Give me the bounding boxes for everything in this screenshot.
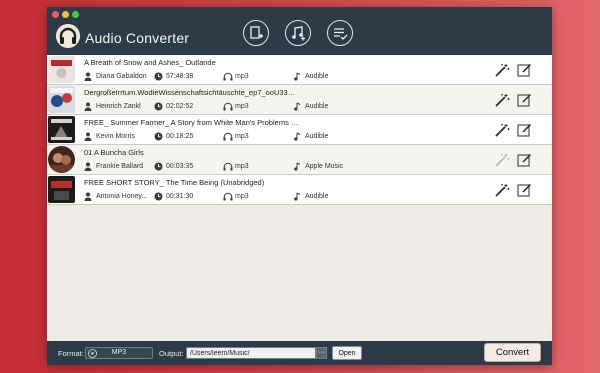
- person-icon: [84, 192, 92, 201]
- cover-art: [48, 116, 75, 143]
- track-author: Kevin Morris: [96, 133, 135, 140]
- title-bar: Audio Converter: [47, 7, 552, 55]
- cover-art: [48, 146, 75, 173]
- track-source: Audible: [305, 73, 329, 80]
- track-author: Frankie Ballard: [96, 163, 144, 170]
- track-duration: 57:48:38: [166, 73, 194, 80]
- track-source: Apple Music: [305, 163, 344, 170]
- track-title: FREE SHORT STORY_ The Time Being (Unabri…: [84, 178, 265, 187]
- track-row[interactable]: FREE_ Summer Farmer_ A Story from White …: [47, 115, 552, 145]
- close-window-button[interactable]: [52, 11, 59, 18]
- track-row[interactable]: DergroßeIrrtum.WodieWissenschaftsichtäus…: [47, 85, 552, 115]
- zoom-window-button[interactable]: [72, 11, 79, 18]
- track-format: mp3: [235, 163, 249, 170]
- track-row[interactable]: 01 A Buncha Girls Frankie Ballard 00:03:…: [47, 145, 552, 175]
- clock-icon: [154, 132, 163, 141]
- music-note-icon: [294, 102, 301, 111]
- music-note-icon: [294, 192, 301, 201]
- track-author: Antonia Honey...: [96, 193, 148, 200]
- output-label: Output:: [159, 349, 184, 358]
- clock-icon: [154, 162, 163, 171]
- output-path-input[interactable]: [186, 347, 316, 359]
- format-value: MP3: [111, 349, 127, 356]
- clock-icon: [154, 72, 163, 81]
- app-title: Audio Converter: [85, 30, 190, 46]
- add-file-icon: [250, 26, 263, 39]
- person-icon: [84, 102, 92, 111]
- track-duration: 00:03:35: [166, 163, 194, 170]
- add-music-icon: [292, 26, 305, 41]
- track-title: DergroßeIrrtum.WodieWissenschaftsichtäus…: [84, 88, 299, 97]
- track-title: 01 A Buncha Girls: [84, 148, 144, 157]
- headphones-logo-icon: [56, 24, 80, 48]
- task-list-button[interactable]: [327, 20, 353, 46]
- track-author: Diana Gabaldon: [96, 73, 147, 80]
- headphones-icon: [223, 132, 233, 141]
- headphones-icon: [223, 102, 233, 111]
- convert-button[interactable]: Convert: [484, 343, 541, 362]
- magic-wand-icon[interactable]: [495, 93, 510, 112]
- music-note-icon: [294, 132, 301, 141]
- track-source: Audible: [305, 103, 329, 110]
- edit-icon[interactable]: [517, 93, 532, 112]
- headphones-icon: [223, 162, 233, 171]
- track-format: mp3: [235, 133, 249, 140]
- format-label: Format:: [58, 349, 84, 358]
- magic-wand-icon[interactable]: [495, 183, 510, 202]
- open-button[interactable]: Open: [332, 346, 362, 360]
- headphones-icon: [223, 192, 233, 201]
- browse-button[interactable]: ···: [316, 347, 327, 359]
- edit-icon[interactable]: [517, 63, 532, 82]
- track-duration: 00:18:25: [166, 133, 194, 140]
- track-list: A Breath of Snow and Ashes_ Outlande Dia…: [47, 55, 552, 205]
- track-duration: 00:31:30: [166, 193, 194, 200]
- edit-icon[interactable]: [517, 153, 532, 172]
- track-title: FREE_ Summer Farmer_ A Story from White …: [84, 118, 299, 127]
- track-title: A Breath of Snow and Ashes_ Outlande: [84, 58, 216, 67]
- bottom-bar: Format: MP3 Output: ··· Open Convert: [47, 341, 552, 365]
- person-icon: [84, 132, 92, 141]
- format-select[interactable]: MP3: [85, 347, 153, 359]
- add-music-button[interactable]: [285, 20, 311, 46]
- edit-icon[interactable]: [517, 183, 532, 202]
- music-note-icon: [294, 162, 301, 171]
- clock-icon: [154, 192, 163, 201]
- minimize-window-button[interactable]: [62, 11, 69, 18]
- track-source: Audible: [305, 193, 329, 200]
- track-source: Audible: [305, 133, 329, 140]
- track-format: mp3: [235, 103, 249, 110]
- headphones-icon: [223, 72, 233, 81]
- person-icon: [84, 72, 92, 81]
- app-window: Audio Converter A Breath of Snow and Ash…: [47, 7, 552, 365]
- music-note-icon: [294, 72, 301, 81]
- cover-art: [48, 86, 75, 113]
- add-file-button[interactable]: [243, 20, 269, 46]
- magic-wand-icon-disabled: [495, 153, 510, 172]
- track-duration: 02:02:52: [166, 103, 194, 110]
- task-list-icon: [334, 28, 348, 40]
- person-icon: [84, 162, 92, 171]
- track-format: mp3: [235, 193, 249, 200]
- magic-wand-icon[interactable]: [495, 63, 510, 82]
- track-author: Heinrich Zankl: [96, 103, 141, 110]
- edit-icon[interactable]: [517, 123, 532, 142]
- cover-art: [48, 176, 75, 203]
- track-row[interactable]: A Breath of Snow and Ashes_ Outlande Dia…: [47, 55, 552, 85]
- cover-art: [48, 56, 75, 83]
- track-row[interactable]: FREE SHORT STORY_ The Time Being (Unabri…: [47, 175, 552, 205]
- track-format: mp3: [235, 73, 249, 80]
- magic-wand-icon[interactable]: [495, 123, 510, 142]
- clock-icon: [154, 102, 163, 111]
